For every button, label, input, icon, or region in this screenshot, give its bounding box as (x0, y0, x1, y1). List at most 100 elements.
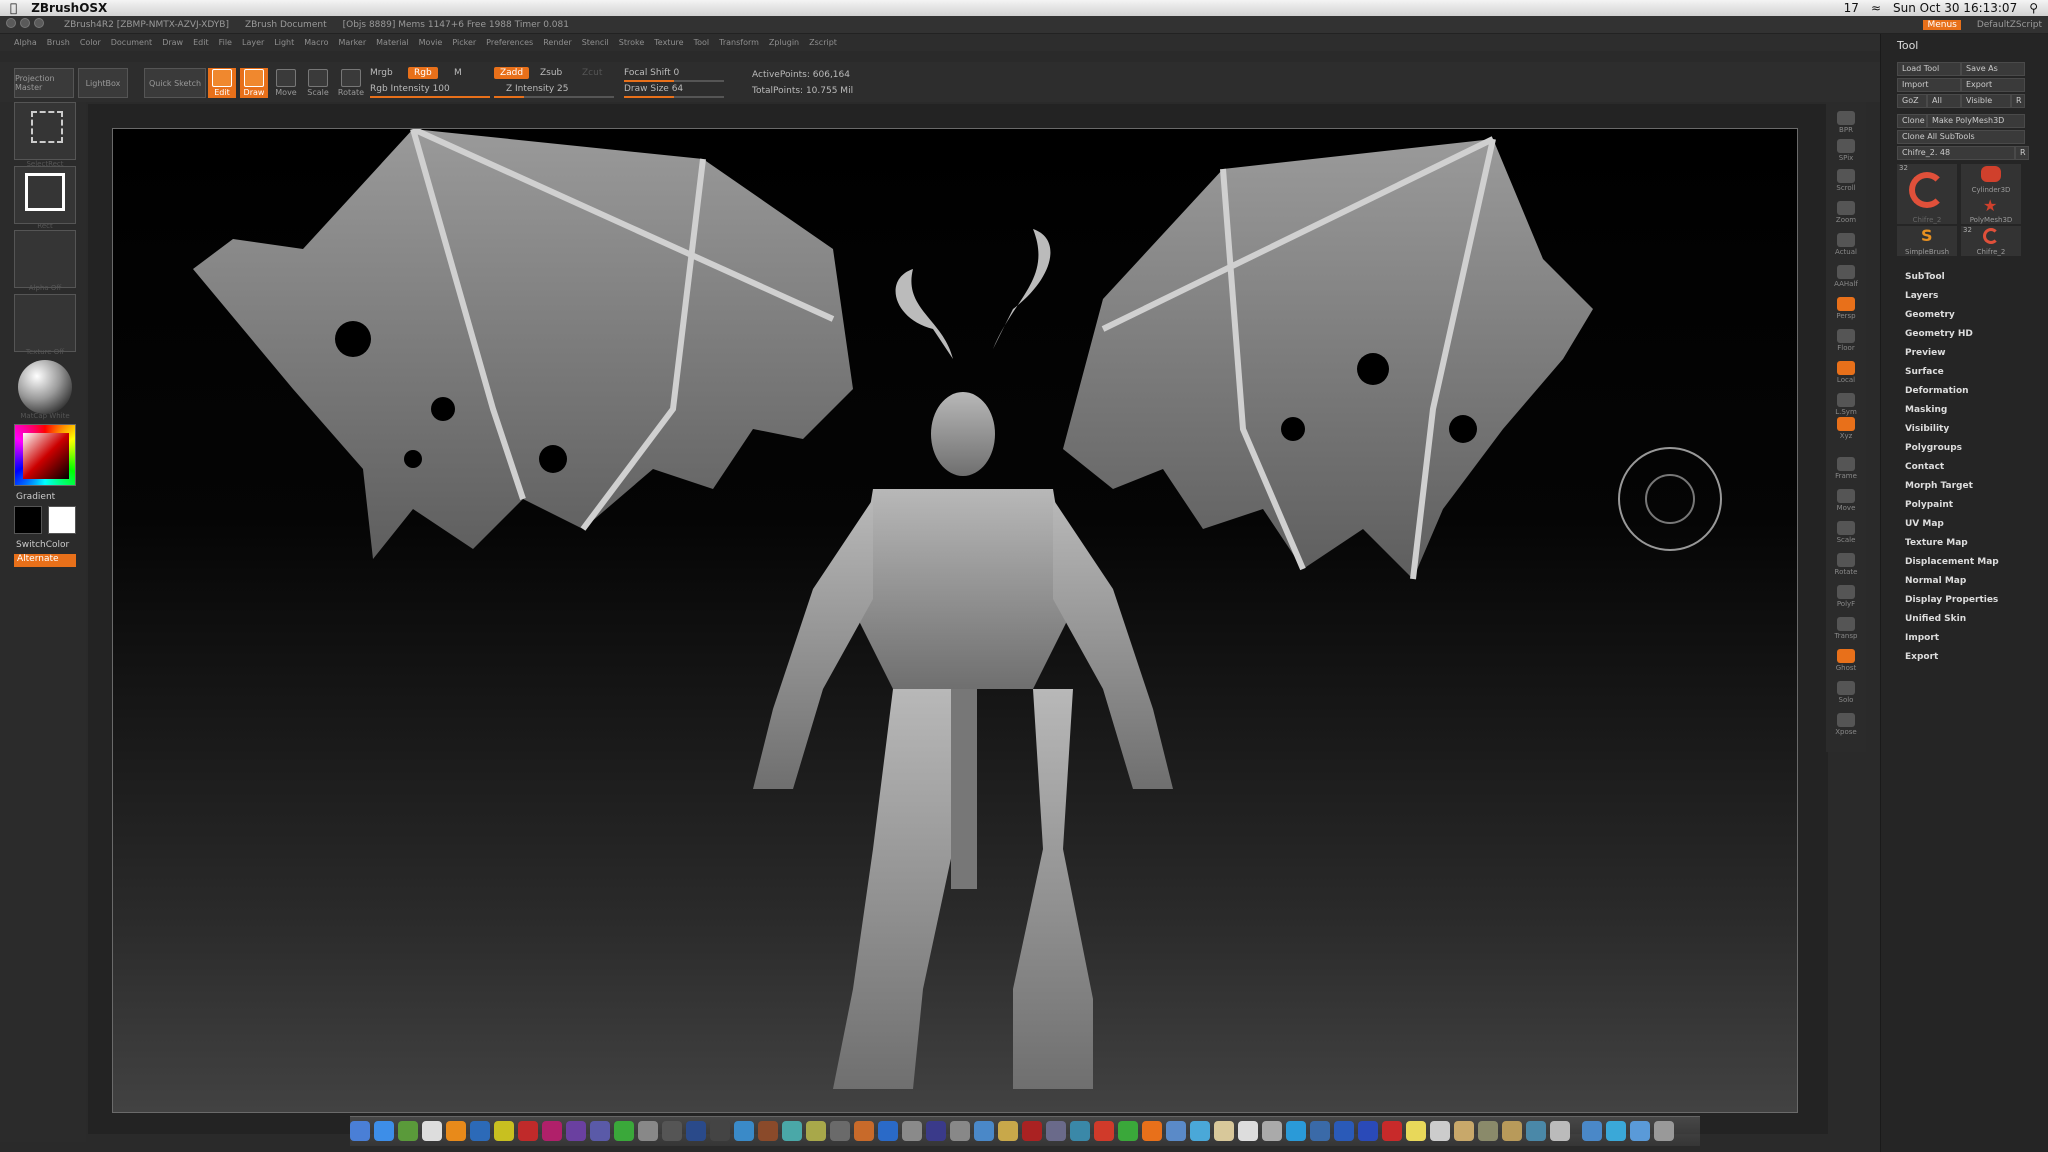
import-section[interactable]: Import (1905, 633, 1939, 643)
menu-preferences[interactable]: Preferences (486, 38, 533, 47)
surface-section[interactable]: Surface (1905, 367, 1944, 377)
zadd-button[interactable]: Zadd (494, 67, 530, 79)
r-button[interactable]: R (2011, 94, 2025, 108)
alternate-button[interactable]: Alternate (14, 554, 76, 567)
chrome-icon[interactable] (1118, 1121, 1138, 1141)
projection-master-button[interactable]: Projection Master (14, 68, 74, 98)
normal-map-section[interactable]: Normal Map (1905, 576, 1966, 586)
app-icon-guitar[interactable] (1502, 1121, 1522, 1141)
rotate-view-button[interactable]: Rotate (1832, 548, 1860, 576)
uv-map-section[interactable]: UV Map (1905, 519, 1944, 529)
spotlight-icon[interactable]: ⚲ (2029, 1, 2038, 15)
app-icon-chat[interactable] (1190, 1121, 1210, 1141)
secondary-color-swatch[interactable] (48, 506, 76, 534)
menu-edit[interactable]: Edit (193, 38, 209, 47)
floor-button[interactable]: Floor (1832, 324, 1860, 352)
focal-shift-slider[interactable] (624, 80, 724, 82)
layers-section[interactable]: Layers (1905, 291, 1938, 301)
draw-button[interactable]: Draw (240, 68, 268, 98)
premiere-icon[interactable] (566, 1121, 586, 1141)
rgb-button[interactable]: Rgb (408, 67, 438, 79)
geometry-hd-section[interactable]: Geometry HD (1905, 329, 1973, 339)
solo-button[interactable]: Solo (1832, 676, 1860, 704)
app-icon-red[interactable] (1022, 1121, 1042, 1141)
menu-stencil[interactable]: Stencil (582, 38, 609, 47)
flash-icon[interactable] (518, 1121, 538, 1141)
illustrator-icon[interactable] (446, 1121, 466, 1141)
skype-icon[interactable] (1286, 1121, 1306, 1141)
app-icon-maya[interactable] (734, 1121, 754, 1141)
polygroups-section[interactable]: Polygroups (1905, 443, 1962, 453)
app-icon-cyan[interactable] (1070, 1121, 1090, 1141)
firefox-icon[interactable] (1142, 1121, 1162, 1141)
menu-render[interactable]: Render (543, 38, 571, 47)
clock[interactable]: Sun Oct 30 16:13:07 (1893, 1, 2017, 15)
rotate-button[interactable]: Rotate (336, 68, 366, 98)
lightbox-button[interactable]: LightBox (78, 68, 128, 98)
menu-tool[interactable]: Tool (694, 38, 710, 47)
app-icon-time[interactable] (1526, 1121, 1546, 1141)
menus-button[interactable]: Menus (1923, 19, 1961, 30)
visibility-section[interactable]: Visibility (1905, 424, 1949, 434)
mrgb-button[interactable]: Mrgb (370, 68, 393, 78)
zcut-button[interactable]: Zcut (582, 68, 602, 78)
app-icon-unity[interactable] (710, 1121, 730, 1141)
menu-light[interactable]: Light (274, 38, 294, 47)
color-square[interactable] (23, 433, 69, 479)
app-icon-blue[interactable] (686, 1121, 706, 1141)
displacement-map-section[interactable]: Displacement Map (1905, 557, 1999, 567)
app-icon-doc[interactable] (1430, 1121, 1450, 1141)
display-properties-section[interactable]: Display Properties (1905, 595, 1998, 605)
masking-section[interactable]: Masking (1905, 405, 1947, 415)
load-tool-button[interactable]: Load Tool (1897, 62, 1961, 76)
zoom-button[interactable]: Zoom (1832, 196, 1860, 224)
export-section[interactable]: Export (1905, 652, 1938, 662)
polyf-button[interactable]: PolyF (1832, 580, 1860, 608)
minimize-icon[interactable] (20, 18, 30, 28)
local-button[interactable]: Local (1832, 356, 1860, 384)
notes-icon[interactable] (1406, 1121, 1426, 1141)
app-icon-tool[interactable] (1478, 1121, 1498, 1141)
menu-texture[interactable]: Texture (654, 38, 683, 47)
tool-thumb-chifre[interactable]: 32 Chifre_2 (1897, 164, 1957, 224)
main-color-swatch[interactable] (14, 506, 42, 534)
scale-view-button[interactable]: Scale (1832, 516, 1860, 544)
filezilla-icon[interactable] (1094, 1121, 1114, 1141)
menu-zscript[interactable]: Zscript (809, 38, 837, 47)
visible-button[interactable]: Visible (1961, 94, 2011, 108)
aahalf-button[interactable]: AAHalf (1832, 260, 1860, 288)
tool-r-button[interactable]: R (2015, 146, 2029, 160)
app-icon-orange[interactable] (854, 1121, 874, 1141)
deformation-section[interactable]: Deformation (1905, 386, 1969, 396)
menu-brush[interactable]: Brush (47, 38, 70, 47)
ghost-button[interactable]: Ghost (1832, 644, 1860, 672)
preview-section[interactable]: Preview (1905, 348, 1946, 358)
close-icon[interactable] (6, 18, 16, 28)
clone-button[interactable]: Clone (1897, 114, 1927, 128)
tool-thumb-cylinder[interactable]: Cylinder3D (1961, 164, 2021, 194)
menu-draw[interactable]: Draw (162, 38, 183, 47)
mail-icon[interactable] (422, 1121, 442, 1141)
applications-folder-icon[interactable] (1582, 1121, 1602, 1141)
app-icon-green[interactable] (614, 1121, 634, 1141)
goz-button[interactable]: GoZ (1897, 94, 1927, 108)
app-icon-game[interactable] (1454, 1121, 1474, 1141)
move-view-button[interactable]: Move (1832, 484, 1860, 512)
apple-icon[interactable]:  (10, 1, 17, 15)
tool-thumb-chifre-small[interactable]: 32 Chifre_2 (1961, 226, 2021, 256)
downloads-folder-icon[interactable] (1606, 1121, 1626, 1141)
menu-picker[interactable]: Picker (452, 38, 476, 47)
app-icon-azure[interactable] (878, 1121, 898, 1141)
app-icon-gold[interactable] (998, 1121, 1018, 1141)
all-button[interactable]: All (1927, 94, 1961, 108)
tool-thumb-simplebrush[interactable]: S SimpleBrush (1897, 226, 1957, 256)
xyz-button[interactable]: Xyz (1832, 412, 1860, 440)
app-icon-dark[interactable] (662, 1121, 682, 1141)
menu-transform[interactable]: Transform (719, 38, 759, 47)
photoshop-icon[interactable] (470, 1121, 490, 1141)
app-icon-gray[interactable] (638, 1121, 658, 1141)
unified-skin-section[interactable]: Unified Skin (1905, 614, 1966, 624)
actual-button[interactable]: Actual (1832, 228, 1860, 256)
rgb-intensity-slider[interactable] (370, 96, 490, 98)
menu-color[interactable]: Color (80, 38, 101, 47)
